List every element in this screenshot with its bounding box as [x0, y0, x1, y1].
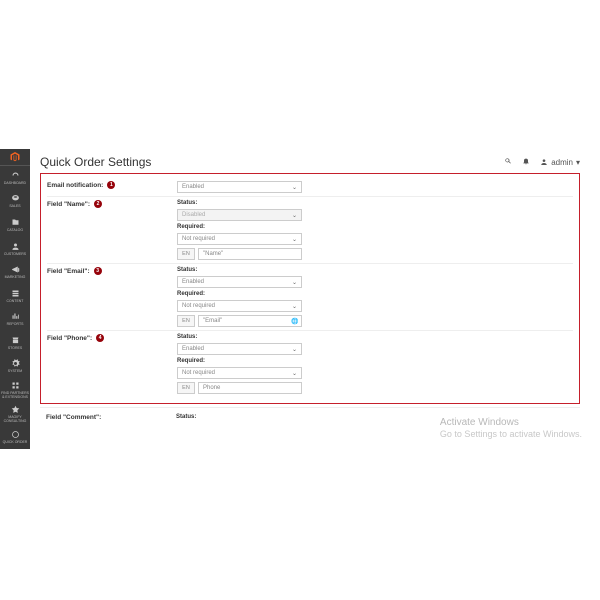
select-phone-required[interactable]: Not required⌄	[177, 367, 302, 379]
nav-stores[interactable]: STORES	[0, 331, 30, 355]
notifications-icon[interactable]	[522, 157, 530, 167]
highlighted-settings-group: Email notification: 1 Enabled⌄ Field "Na…	[40, 173, 580, 404]
input-name-placeholder[interactable]: "Name"	[198, 248, 302, 260]
scope-website-icon: 🌐	[291, 318, 298, 325]
label-email-notification: Email notification:	[47, 182, 103, 189]
select-name-status[interactable]: Disabled⌄	[177, 209, 302, 221]
magento-logo	[0, 149, 30, 166]
nav-consulting[interactable]: MAGIFY CONSULTING	[0, 402, 30, 426]
label-field-phone: Field "Phone":	[47, 335, 92, 342]
lang-toggle-name[interactable]: EN	[177, 248, 195, 260]
label-field-email: Field "Email":	[47, 268, 90, 275]
input-phone-placeholder[interactable]: Phone	[198, 382, 302, 394]
label-field-name: Field "Name":	[47, 201, 90, 208]
label-field-comment: Field "Comment":	[46, 414, 101, 421]
windows-activation-watermark: Activate Windows Go to Settings to activ…	[440, 417, 582, 440]
search-icon[interactable]	[504, 157, 512, 167]
field-phone: Field "Phone": 4 Status: Enabled⌄ Requir…	[47, 330, 573, 397]
badge-4: 4	[96, 334, 104, 342]
nav-system[interactable]: SYSTEM	[0, 355, 30, 379]
badge-2: 2	[94, 200, 102, 208]
nav-reports[interactable]: REPORTS	[0, 308, 30, 332]
user-menu[interactable]: admin ▾	[540, 158, 580, 167]
select-name-required[interactable]: Not required⌄	[177, 233, 302, 245]
nav-customers[interactable]: CUSTOMERS	[0, 237, 30, 261]
select-phone-status[interactable]: Enabled⌄	[177, 343, 302, 355]
field-email: Field "Email": 3 Status: Enabled⌄ Requir…	[47, 263, 573, 330]
badge-3: 3	[94, 267, 102, 275]
select-email-status[interactable]: Enabled⌄	[177, 276, 302, 288]
page-title: Quick Order Settings	[40, 155, 151, 169]
chevron-down-icon: ▾	[576, 158, 580, 167]
nav-sales[interactable]: SALES	[0, 190, 30, 214]
nav-quick-order[interactable]: QUICK ORDER	[0, 425, 30, 449]
select-email-notification[interactable]: Enabled⌄	[177, 181, 302, 193]
main-content: Quick Order Settings admin ▾ Email notif…	[30, 149, 590, 449]
lang-toggle-phone[interactable]: EN	[177, 382, 195, 394]
nav-partners[interactable]: FIND PARTNERS & EXTENSIONS	[0, 378, 30, 402]
nav-catalog[interactable]: CATALOG	[0, 213, 30, 237]
input-email-placeholder[interactable]: "Email" 🌐	[198, 315, 302, 327]
nav-marketing[interactable]: MARKETING	[0, 260, 30, 284]
lang-toggle-email[interactable]: EN	[177, 315, 195, 327]
field-name: Field "Name": 2 Status: Disabled⌄ Requir…	[47, 196, 573, 263]
field-email-notification: Email notification: 1 Enabled⌄	[47, 178, 573, 196]
badge-1: 1	[107, 181, 115, 189]
user-icon	[540, 158, 548, 166]
nav-dashboard[interactable]: DASHBOARD	[0, 166, 30, 190]
select-email-required[interactable]: Not required⌄	[177, 300, 302, 312]
admin-sidebar: DASHBOARD SALES CATALOG CUSTOMERS MARKET…	[0, 149, 30, 449]
nav-content[interactable]: CONTENT	[0, 284, 30, 308]
